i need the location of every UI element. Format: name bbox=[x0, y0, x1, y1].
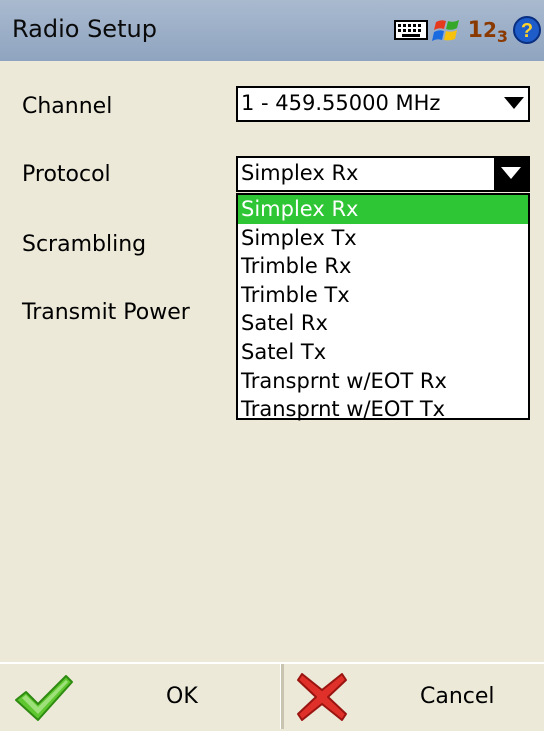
list-item[interactable]: Trimble Rx bbox=[238, 252, 528, 281]
list-item[interactable]: Simplex Rx bbox=[238, 195, 528, 224]
protocol-value: Simplex Rx bbox=[241, 161, 359, 185]
ok-label: OK bbox=[166, 684, 198, 709]
protocol-select[interactable]: Simplex Rx bbox=[236, 156, 530, 192]
list-item[interactable]: Simplex Tx bbox=[238, 224, 528, 253]
list-item[interactable]: Satel Tx bbox=[238, 338, 528, 367]
protocol-dropdown-list: Simplex Rx Simplex Tx Trimble Rx Trimble… bbox=[236, 193, 530, 421]
list-item[interactable]: Transprnt w/EOT Rx bbox=[238, 367, 528, 396]
channel-select[interactable]: 1 - 459.55000 MHz bbox=[236, 86, 530, 122]
checkmark-icon bbox=[15, 675, 73, 721]
transmit-power-label: Transmit Power bbox=[22, 300, 190, 325]
system-tray: 123 ? bbox=[393, 12, 542, 48]
title-bar: Radio Setup 123 ? bbox=[0, 0, 544, 61]
window-title: Radio Setup bbox=[12, 15, 157, 43]
help-icon[interactable]: ? bbox=[512, 15, 542, 45]
channel-label: Channel bbox=[22, 94, 113, 119]
list-item[interactable]: Transprnt w/EOT Tx bbox=[238, 395, 528, 424]
list-item[interactable]: Satel Rx bbox=[238, 309, 528, 338]
close-icon bbox=[297, 673, 347, 721]
channel-value: 1 - 459.55000 MHz bbox=[241, 91, 441, 115]
windows-flag-icon[interactable] bbox=[431, 14, 464, 46]
svg-text:?: ? bbox=[521, 20, 533, 42]
keyboard-icon[interactable] bbox=[393, 19, 428, 41]
input-mode-icon[interactable]: 123 bbox=[468, 18, 508, 46]
chevron-down-icon bbox=[501, 167, 521, 179]
protocol-label: Protocol bbox=[22, 162, 111, 187]
scrambling-label: Scrambling bbox=[22, 232, 147, 257]
dropdown-button[interactable] bbox=[494, 158, 528, 190]
cancel-button[interactable]: Cancel bbox=[284, 664, 544, 729]
list-item[interactable]: Trimble Tx bbox=[238, 281, 528, 310]
ok-button[interactable]: OK bbox=[0, 664, 268, 729]
cancel-label: Cancel bbox=[420, 684, 495, 709]
chevron-down-icon[interactable] bbox=[504, 97, 524, 111]
